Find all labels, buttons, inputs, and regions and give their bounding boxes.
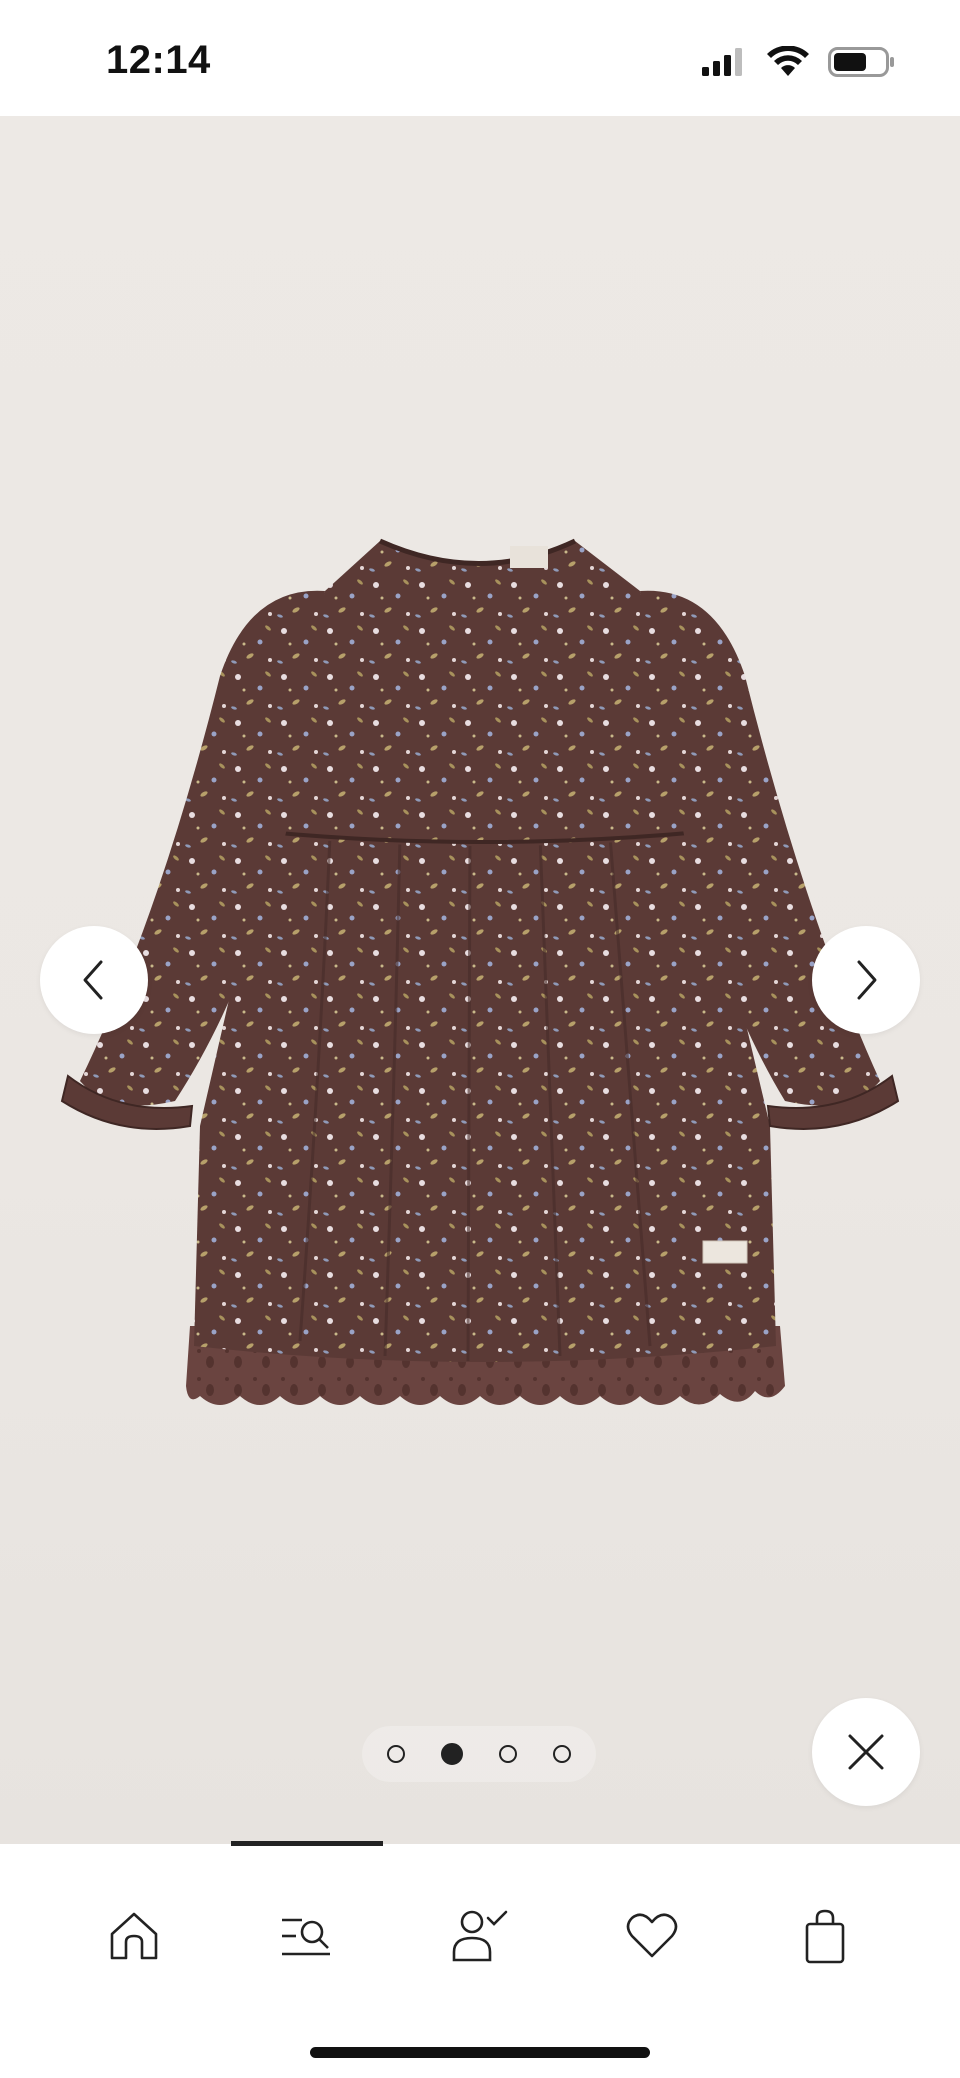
status-bar: 12:14 xyxy=(0,0,960,116)
signal-icon xyxy=(702,48,742,76)
bottom-tab-bar xyxy=(0,1846,960,2078)
pagination-dot-2-active[interactable] xyxy=(441,1743,463,1765)
pagination-dot-3[interactable] xyxy=(499,1745,517,1763)
close-icon xyxy=(848,1734,884,1770)
product-gallery[interactable] xyxy=(0,116,960,1844)
search-menu-icon xyxy=(282,1918,330,1956)
home-icon xyxy=(110,1912,158,1960)
pagination-dot-1[interactable] xyxy=(387,1745,405,1763)
home-indicator xyxy=(310,2047,650,2058)
heart-icon xyxy=(626,1913,678,1958)
close-gallery-button[interactable] xyxy=(812,1698,920,1806)
next-image-button[interactable] xyxy=(812,926,920,1034)
tab-account[interactable] xyxy=(440,1896,520,1976)
previous-image-button[interactable] xyxy=(40,926,148,1034)
status-time: 12:14 xyxy=(106,38,211,82)
tab-home[interactable] xyxy=(94,1896,174,1976)
image-pagination xyxy=(362,1726,596,1782)
pagination-dot-4[interactable] xyxy=(553,1745,571,1763)
tab-bag[interactable] xyxy=(785,1896,865,1976)
status-icons xyxy=(700,44,896,80)
tab-search[interactable] xyxy=(266,1896,346,1976)
battery-icon xyxy=(828,47,894,77)
chevron-left-icon xyxy=(83,960,103,1000)
wifi-icon xyxy=(767,46,809,76)
account-icon xyxy=(452,1910,508,1962)
chevron-right-icon xyxy=(857,960,877,1000)
shopping-bag-icon xyxy=(805,1909,845,1964)
tab-favorites[interactable] xyxy=(612,1896,692,1976)
